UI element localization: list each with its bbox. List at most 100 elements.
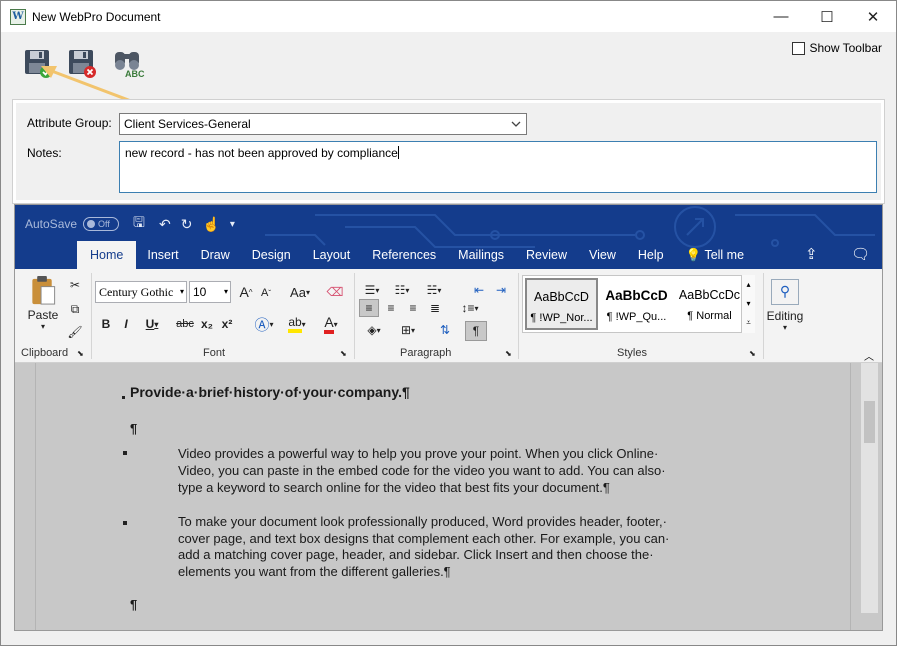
- align-left-icon[interactable]: ≡: [359, 299, 379, 317]
- paste-label: Paste: [27, 308, 59, 322]
- close-button[interactable]: ✕: [850, 1, 896, 32]
- font-color-icon[interactable]: A ▾: [317, 314, 345, 334]
- font-size-combo[interactable]: 10 ▾: [189, 281, 231, 303]
- tab-draw[interactable]: Draw: [190, 241, 241, 269]
- strikethrough-button[interactable]: abc: [173, 315, 197, 333]
- save-icon[interactable]: 🖫: [133, 212, 145, 236]
- tab-review[interactable]: Review: [515, 241, 578, 269]
- shrink-font-button[interactable]: Aˇ: [258, 285, 274, 301]
- underline-button[interactable]: U ▾: [139, 315, 165, 333]
- annotation-arrow-icon: [41, 66, 132, 103]
- font-name-value: Century Gothic: [99, 285, 174, 299]
- style-item[interactable]: AaBbCcD ¶ !WP_Qu...: [600, 278, 673, 330]
- tab-layout[interactable]: Layout: [302, 241, 362, 269]
- style-name: ¶ !WP_Nor...: [530, 312, 593, 324]
- autosave-toggle[interactable]: Off: [83, 217, 120, 231]
- undo-icon[interactable]: ↶: [159, 216, 171, 233]
- clipboard-launcher-icon[interactable]: ⬊: [77, 349, 84, 358]
- show-formatting-icon[interactable]: ¶: [465, 321, 487, 341]
- font-size-value: 10: [193, 285, 207, 299]
- attribute-group-value: Client Services-General: [124, 117, 251, 131]
- list-bullet: [123, 521, 127, 525]
- document-area: Provide·a·brief·history·of·your·company.…: [15, 363, 882, 630]
- share-icon[interactable]: ⇪: [805, 245, 818, 263]
- increase-indent-icon[interactable]: ⇥: [491, 281, 511, 299]
- editing-dropdown-icon: ▾: [782, 322, 787, 332]
- redo-icon[interactable]: ↻: [181, 216, 193, 233]
- bullets-icon[interactable]: ☰ ▾: [359, 281, 385, 299]
- document-toolbar: ABC Show Toolbar: [1, 32, 896, 103]
- bold-button[interactable]: B: [97, 315, 115, 333]
- comments-icon[interactable]: 🗨: [851, 245, 870, 263]
- quick-access-toolbar: AutoSave Off 🖫 ↶ ↻ ☝ ▾: [25, 212, 235, 236]
- italic-button[interactable]: I: [117, 315, 135, 333]
- scrollbar-thumb[interactable]: [864, 401, 875, 443]
- tab-mailings[interactable]: Mailings: [447, 241, 515, 269]
- text-effects-icon[interactable]: Ⓐ ▾: [251, 314, 277, 334]
- styles-launcher-icon[interactable]: ⬊: [749, 349, 756, 358]
- show-toolbar-checkbox[interactable]: [791, 41, 805, 55]
- doc-heading: Provide·a·brief·history·of·your·company.…: [130, 384, 410, 400]
- collapse-ribbon-icon[interactable]: ︿: [864, 348, 874, 363]
- copy-icon[interactable]: ⧉: [65, 299, 85, 319]
- paste-button[interactable]: Paste ▾: [25, 275, 61, 331]
- show-toolbar-toggle[interactable]: Show Toolbar: [791, 41, 882, 55]
- doc-pilcrow: ¶: [130, 597, 138, 612]
- align-right-icon[interactable]: ≡: [403, 299, 423, 317]
- customize-qat-icon[interactable]: ▾: [230, 219, 235, 230]
- minimize-button[interactable]: —: [758, 1, 804, 32]
- style-item[interactable]: AaBbCcDc ¶ Normal: [673, 278, 746, 330]
- notes-value: new record - has not been approved by co…: [125, 146, 398, 160]
- tell-me-search[interactable]: 💡 Tell me: [675, 241, 755, 269]
- borders-icon[interactable]: ⊞ ▾: [393, 321, 423, 339]
- highlight-color-icon[interactable]: ab ▾: [283, 314, 311, 334]
- subscript-button[interactable]: x₂: [198, 315, 216, 333]
- numbering-icon[interactable]: ☷ ▾: [389, 281, 415, 299]
- cut-icon[interactable]: ✂: [65, 275, 85, 295]
- list-item-line: To make your document look professionall…: [178, 514, 667, 529]
- vertical-scrollbar[interactable]: [861, 363, 878, 613]
- notes-textarea[interactable]: new record - has not been approved by co…: [119, 141, 877, 193]
- tab-home[interactable]: Home: [77, 241, 137, 269]
- list-item-line: cover page, and text box designs that co…: [178, 530, 670, 546]
- window-title: New WebPro Document: [32, 9, 161, 24]
- tab-design[interactable]: Design: [241, 241, 302, 269]
- tab-help[interactable]: Help: [627, 241, 675, 269]
- home-ribbon: Paste ▾ ✂ ⧉ 🖌 Clipboard ⬊ Century Gothic…: [15, 269, 882, 363]
- document-page[interactable]: Provide·a·brief·history·of·your·company.…: [35, 363, 851, 630]
- ribbon-separator: [518, 273, 519, 359]
- maximize-button[interactable]: ☐: [804, 1, 850, 32]
- sort-icon[interactable]: ⇅: [435, 321, 455, 339]
- line-spacing-icon[interactable]: ↕≡ ▾: [455, 299, 485, 317]
- paragraph-launcher-icon[interactable]: ⬊: [505, 349, 512, 358]
- decrease-indent-icon[interactable]: ⇤: [469, 281, 489, 299]
- clear-formatting-icon[interactable]: ⌫: [325, 283, 345, 301]
- change-case-button[interactable]: Aa ▾: [285, 283, 315, 301]
- style-item[interactable]: AaBbCcD ¶ !WP_Nor...: [525, 278, 598, 330]
- ribbon-separator: [354, 273, 355, 359]
- multilevel-list-icon[interactable]: ☵ ▾: [419, 281, 449, 299]
- touch-mode-icon[interactable]: ☝: [202, 216, 219, 233]
- style-name: ¶ Normal: [687, 310, 732, 322]
- align-center-icon[interactable]: ≡: [381, 299, 401, 317]
- tab-insert[interactable]: Insert: [136, 241, 189, 269]
- font-name-combo[interactable]: Century Gothic ▾: [95, 281, 187, 303]
- format-painter-icon[interactable]: 🖌: [65, 322, 85, 342]
- search-icon: ⚲: [771, 278, 799, 305]
- ribbon-separator: [91, 273, 92, 359]
- shading-icon[interactable]: ◈ ▾: [359, 321, 389, 339]
- font-launcher-icon[interactable]: ⬊: [340, 349, 347, 358]
- tab-references[interactable]: References: [361, 241, 447, 269]
- justify-icon[interactable]: ≣: [425, 299, 445, 317]
- list-item-line: type a keyword to search online for the …: [178, 480, 610, 495]
- doc-pilcrow: ¶: [130, 421, 138, 436]
- grow-font-button[interactable]: A ^: [237, 283, 255, 301]
- webpro-window: W New WebPro Document — ☐ ✕ ABC Show Too…: [0, 0, 897, 646]
- editing-button[interactable]: ⚲ Editing ▾: [767, 275, 803, 335]
- superscript-button[interactable]: x²: [218, 315, 236, 333]
- attribute-group-select[interactable]: Client Services-General: [119, 113, 527, 135]
- chevron-down-icon: [511, 121, 521, 127]
- styles-scroll[interactable]: ▴ ▾ ⩡: [741, 275, 755, 333]
- shrink-font-label: A: [260, 287, 269, 299]
- tab-view[interactable]: View: [578, 241, 627, 269]
